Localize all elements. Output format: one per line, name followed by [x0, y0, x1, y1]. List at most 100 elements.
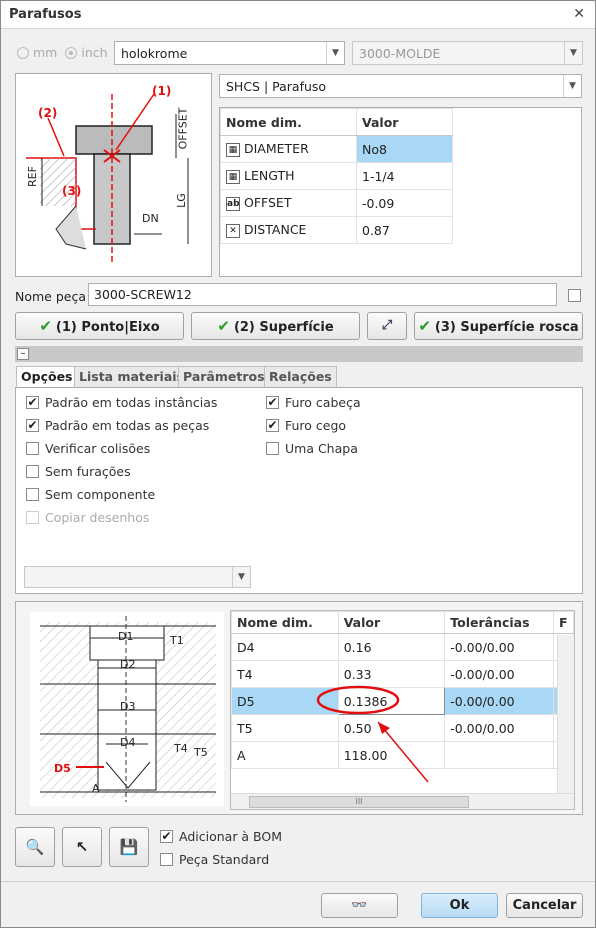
tab-relacoes[interactable]: Relações — [264, 366, 337, 387]
close-icon[interactable]: ✕ — [573, 6, 585, 22]
mold-select[interactable]: 3000-MOLDE ▼ — [352, 41, 583, 65]
vertical-scrollbar[interactable] — [557, 635, 574, 795]
glasses-icon: 👓 — [351, 898, 368, 913]
part-name-checkbox[interactable] — [568, 289, 581, 302]
table-row[interactable]: D4 0.16 -0.00/0.00 — [231, 633, 574, 661]
checkbox[interactable] — [26, 465, 39, 478]
dim-name: LENGTH — [244, 168, 295, 184]
a-label: A — [92, 782, 100, 795]
option-label: Furo cego — [285, 418, 347, 433]
add-bom-option[interactable]: ✔ Adicionar à BOM — [160, 829, 282, 844]
scroll-thumb[interactable]: III — [249, 796, 469, 808]
save-button[interactable]: 💾 — [109, 827, 149, 867]
dim-tolerance[interactable]: -0.00/0.00 — [444, 633, 555, 661]
dim-value[interactable]: 0.87 — [356, 216, 453, 244]
checkbox[interactable] — [160, 853, 173, 866]
options-select[interactable]: ▼ — [24, 566, 251, 588]
dn-label: DN — [142, 212, 159, 225]
surface-button[interactable]: ✔ (2) Superfície — [191, 312, 360, 340]
option-blind-hole[interactable]: ✔ Furo cego — [266, 418, 346, 433]
annotation-overlay — [316, 685, 429, 783]
table-row[interactable]: ✕ DISTANCE 0.87 — [220, 216, 453, 244]
dim-tolerance[interactable]: -0.00/0.00 — [444, 687, 555, 715]
collapse-icon[interactable]: – — [17, 348, 29, 360]
option-default-parts[interactable]: ✔ Padrão em todas as peças — [26, 418, 209, 433]
thread-surface-button[interactable]: ✔ (3) Superfície rosca — [414, 312, 583, 340]
dim-value[interactable]: -0.09 — [356, 189, 453, 217]
tab-opcoes[interactable]: Opções — [16, 366, 78, 388]
dim-name: OFFSET — [244, 195, 292, 211]
mold-value: 3000-MOLDE — [359, 46, 441, 61]
standard-part-option[interactable]: Peça Standard — [160, 852, 269, 867]
check-icon: ✔ — [418, 317, 431, 335]
tab-lista-materiais[interactable]: Lista materiais — [74, 366, 189, 387]
option-no-component[interactable]: Sem componente — [26, 487, 155, 502]
checkbox[interactable] — [266, 442, 279, 455]
zoom-button[interactable]: 🔍 — [15, 827, 55, 867]
option-head-hole[interactable]: ✔ Furo cabeça — [266, 395, 361, 410]
point-axis-button[interactable]: ✔ (1) Ponto|Eixo — [15, 312, 184, 340]
t5-label: T5 — [194, 746, 208, 759]
checkbox-checked[interactable]: ✔ — [26, 419, 39, 432]
select-button[interactable]: ↖ — [62, 827, 102, 867]
check-icon: ✔ — [39, 317, 52, 335]
t1-label: T1 — [170, 634, 184, 647]
surface-label: (2) Superfície — [233, 320, 334, 335]
type-value: SHCS | Parafuso — [226, 79, 327, 94]
flip-button[interactable]: ⤢ — [367, 312, 407, 340]
type-select[interactable]: SHCS | Parafuso ▼ — [219, 74, 582, 98]
t4-label: T4 — [174, 742, 188, 755]
preview-button[interactable]: 👓 — [321, 893, 398, 918]
table-row[interactable]: ▦ LENGTH 1-1/4 — [220, 162, 453, 190]
option-label: Padrão em todas instâncias — [45, 395, 218, 410]
hole-panel: D1 D2 D3 D4 T1 T4 T5 D5 A Nome dim. Valo… — [15, 601, 583, 815]
dim-value[interactable]: 1-1/4 — [356, 162, 453, 190]
hole-diagram: D1 D2 D3 D4 T1 T4 T5 D5 A — [30, 612, 224, 806]
option-one-plate[interactable]: Uma Chapa — [266, 441, 358, 456]
chevron-down-icon: ▼ — [563, 75, 581, 97]
checkbox[interactable] — [26, 442, 39, 455]
table-icon: ▦ — [226, 142, 240, 157]
window-title: Parafusos — [9, 7, 82, 22]
collapse-bar[interactable]: – — [15, 346, 583, 362]
checkbox-checked[interactable]: ✔ — [266, 396, 279, 409]
option-label: Furo cabeça — [285, 395, 361, 410]
col-header-name: Nome dim. — [220, 108, 357, 136]
col-header-f: F — [553, 611, 574, 634]
dim-tolerance[interactable]: -0.00/0.00 — [444, 660, 555, 688]
dim-tolerance[interactable]: -0.00/0.00 — [444, 714, 555, 742]
ok-button[interactable]: Ok — [421, 893, 498, 918]
checkbox-checked[interactable]: ✔ — [26, 396, 39, 409]
cancel-button[interactable]: Cancelar — [506, 893, 583, 918]
thread-surface-label: (3) Superfície rosca — [434, 320, 579, 335]
flip-icon: ⤢ — [381, 318, 393, 333]
options-panel: ✔ Padrão em todas instâncias ✔ Padrão em t… — [15, 387, 583, 594]
checkbox-checked[interactable]: ✔ — [266, 419, 279, 432]
cursor-icon: ↖ — [75, 838, 89, 856]
label-1: (1) — [152, 84, 172, 98]
table-row[interactable]: ab OFFSET -0.09 — [220, 189, 453, 217]
col-header-value: Valor — [356, 108, 453, 136]
option-default-instances[interactable]: ✔ Padrão em todas instâncias — [26, 395, 217, 410]
label-2: (2) — [38, 106, 58, 120]
checkbox[interactable] — [26, 488, 39, 501]
tab-parametros[interactable]: Parâmetros — [178, 366, 270, 387]
option-label: Verificar colisões — [45, 441, 151, 456]
dim-tolerance[interactable] — [444, 741, 555, 769]
dim-value[interactable]: 0.16 — [337, 633, 446, 661]
catalog-select[interactable]: holokrome ▼ — [114, 41, 345, 65]
title-bar: Parafusos ✕ — [1, 1, 595, 29]
option-check-collisions[interactable]: Verificar colisões — [26, 441, 150, 456]
mm-radio[interactable] — [17, 46, 29, 59]
label-3: (3) — [62, 184, 82, 198]
horizontal-scrollbar[interactable]: III — [231, 793, 574, 809]
dim-value[interactable]: No8 — [356, 135, 453, 163]
zoom-icon: 🔍 — [25, 838, 45, 856]
checkbox-checked[interactable]: ✔ — [160, 830, 173, 843]
part-name-input[interactable]: 3000-SCREW12 — [88, 283, 557, 306]
d3-label: D3 — [120, 700, 136, 713]
table-row[interactable]: ▦ DIAMETER No8 — [220, 135, 453, 163]
inch-radio[interactable] — [65, 46, 78, 59]
d2-label: D2 — [120, 658, 136, 671]
option-no-holes[interactable]: Sem furações — [26, 464, 131, 479]
